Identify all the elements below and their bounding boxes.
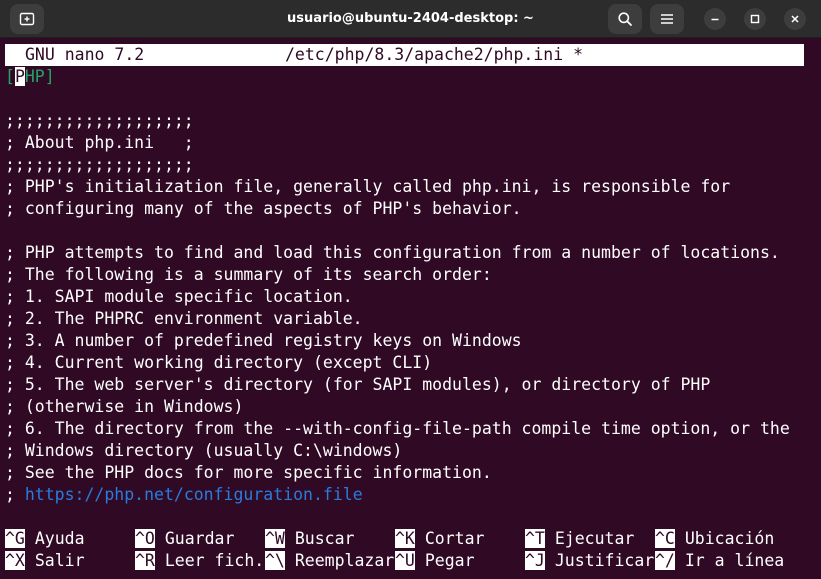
editor-line: ; 1. SAPI module specific location. bbox=[5, 287, 353, 306]
section-bracket: [ bbox=[5, 67, 15, 86]
shortcut-key: ^R bbox=[135, 551, 155, 570]
hamburger-menu-icon bbox=[661, 14, 673, 24]
shortcut-exit[interactable]: ^X Salir bbox=[5, 550, 85, 572]
shortcut-label: Ubicación bbox=[684, 529, 775, 548]
shortcut-label: Pegar bbox=[424, 551, 475, 570]
editor-line: ;;;;;;;;;;;;;;;;;;; bbox=[5, 155, 194, 174]
editor-line: ; 6. The directory from the --with-confi… bbox=[5, 419, 790, 438]
shortcut-label: Ejecutar bbox=[554, 529, 635, 548]
editor-line: ; 5. The web server's directory (for SAP… bbox=[5, 375, 711, 394]
title-bar: usuario@ubuntu-2404-desktop: ~ bbox=[0, 0, 821, 38]
shortcut-key: ^G bbox=[5, 529, 25, 548]
shortcut-key: ^U bbox=[395, 551, 415, 570]
shortcut-execute[interactable]: ^T Ejecutar bbox=[525, 528, 634, 550]
minimize-icon bbox=[711, 18, 719, 21]
shortcut-key: ^X bbox=[5, 551, 25, 570]
shortcut-save[interactable]: ^O Guardar bbox=[135, 528, 234, 550]
editor-line: ;;;;;;;;;;;;;;;;;;; bbox=[5, 111, 194, 130]
shortcut-help[interactable]: ^G Ayuda bbox=[5, 528, 85, 550]
editor-line: ; The following is a summary of its sear… bbox=[5, 265, 492, 284]
shortcut-cut[interactable]: ^K Cortar bbox=[395, 528, 484, 550]
shortcut-key: ^C bbox=[655, 529, 675, 548]
shortcut-justify[interactable]: ^J Justificar bbox=[525, 550, 654, 572]
text-cursor: P bbox=[14, 67, 25, 86]
window-title: usuario@ubuntu-2404-desktop: ~ bbox=[287, 11, 534, 26]
shortcut-key: ^W bbox=[265, 529, 285, 548]
editor-line: ; See the PHP docs for more specific inf… bbox=[5, 463, 492, 482]
maximize-icon bbox=[750, 14, 760, 24]
shortcut-label: Justificar bbox=[554, 551, 655, 570]
ini-section-header: [PHP] bbox=[5, 66, 55, 88]
editor-line: ; (otherwise in Windows) bbox=[5, 397, 244, 416]
editor-line: ; 4. Current working directory (except C… bbox=[5, 353, 433, 372]
editor-line: ; PHP attempts to find and load this con… bbox=[5, 243, 780, 262]
shortcut-location[interactable]: ^C Ubicación bbox=[655, 528, 774, 550]
shortcut-key: ^K bbox=[395, 529, 415, 548]
shortcut-read-file[interactable]: ^R Leer fich. bbox=[135, 550, 264, 572]
editor-line: ; 3. A number of predefined registry key… bbox=[5, 331, 522, 350]
shortcut-label: Salir bbox=[34, 551, 85, 570]
shortcut-key: ^O bbox=[135, 529, 155, 548]
shortcut-key: ^J bbox=[525, 551, 545, 570]
shortcut-go-to-line[interactable]: ^/ Ir a línea bbox=[655, 550, 784, 572]
shortcut-key: ^\ bbox=[265, 551, 285, 570]
config-link[interactable]: https://php.net/configuration.file bbox=[25, 485, 363, 504]
shortcut-label: Ayuda bbox=[34, 529, 85, 548]
shortcut-search[interactable]: ^W Buscar bbox=[265, 528, 354, 550]
new-tab-button[interactable] bbox=[10, 4, 44, 34]
editor-line: ; https://php.net/configuration.file bbox=[5, 484, 363, 506]
nano-filename: /etc/php/8.3/apache2/php.ini * bbox=[285, 45, 584, 64]
search-icon bbox=[618, 12, 632, 26]
comment-prefix: ; bbox=[5, 485, 25, 504]
editor-line: ; About php.ini ; bbox=[5, 133, 194, 152]
new-tab-icon bbox=[19, 12, 35, 26]
shortcut-label: Buscar bbox=[294, 529, 355, 548]
menu-button[interactable] bbox=[650, 4, 684, 34]
shortcut-label: Leer fich. bbox=[164, 551, 265, 570]
editor-line: ; Windows directory (usually C:\windows) bbox=[5, 441, 403, 460]
close-icon bbox=[791, 15, 799, 23]
shortcut-key: ^/ bbox=[655, 551, 675, 570]
shortcut-label: Guardar bbox=[164, 529, 235, 548]
shortcut-paste[interactable]: ^U Pegar bbox=[395, 550, 475, 572]
shortcut-replace[interactable]: ^\ Reemplazar bbox=[265, 550, 394, 572]
close-button[interactable] bbox=[784, 8, 806, 30]
shortcut-label: Reemplazar bbox=[294, 551, 395, 570]
shortcut-key: ^T bbox=[525, 529, 545, 548]
shortcut-label: Ir a línea bbox=[684, 551, 785, 570]
shortcut-label: Cortar bbox=[424, 529, 485, 548]
editor-line: ; configuring many of the aspects of PHP… bbox=[5, 199, 522, 218]
terminal-window: usuario@ubuntu-2404-desktop: ~ GNU nano … bbox=[0, 0, 821, 579]
minimize-button[interactable] bbox=[704, 8, 726, 30]
editor-line: ; 2. The PHPRC environment variable. bbox=[5, 309, 363, 328]
nano-version: GNU nano 7.2 bbox=[25, 45, 145, 64]
search-button[interactable] bbox=[608, 4, 642, 34]
maximize-button[interactable] bbox=[744, 8, 766, 30]
section-name: HP] bbox=[24, 67, 55, 86]
editor-line: ; PHP's initialization file, generally c… bbox=[5, 177, 731, 196]
